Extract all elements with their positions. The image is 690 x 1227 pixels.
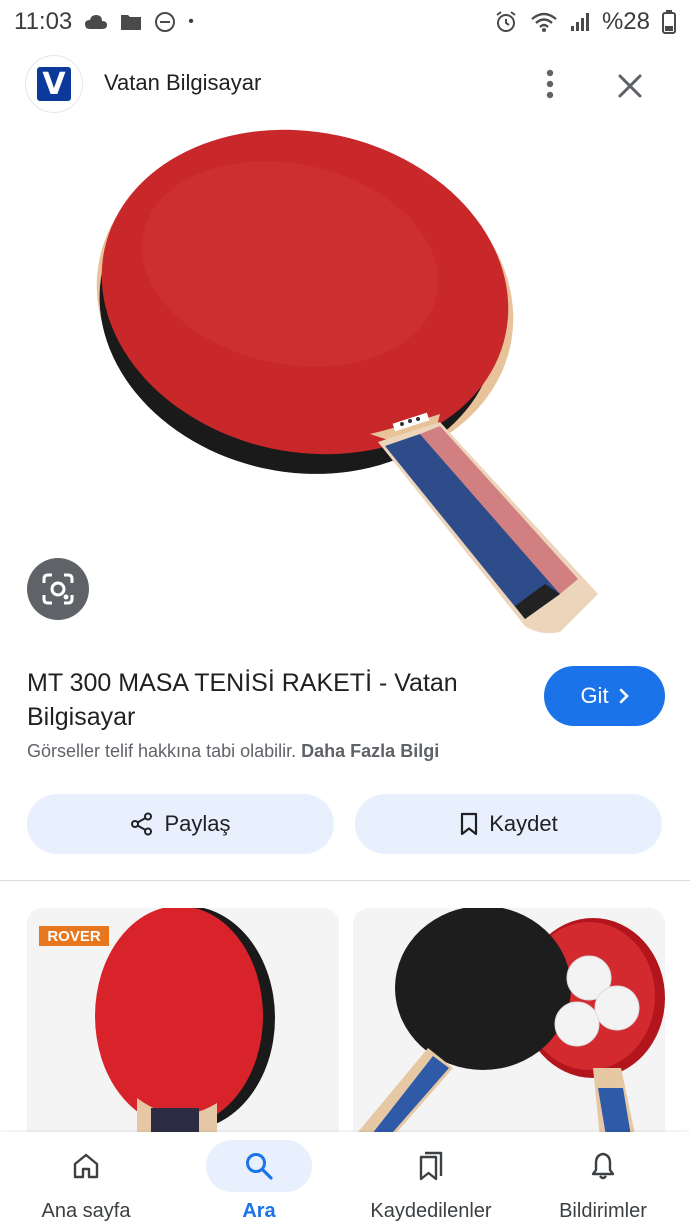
signal-icon [570, 12, 590, 32]
nav-notif-label: Bildirimler [559, 1200, 647, 1222]
wifi-icon [530, 11, 558, 33]
nav-home-label: Ana sayfa [41, 1200, 131, 1222]
nav-item-home[interactable]: Ana sayfa [33, 1132, 139, 1227]
site-logo-mark: V [37, 67, 71, 102]
share-icon [131, 812, 153, 836]
thumb1-brand: ROVER [47, 928, 101, 945]
nav-saved-label: Kaydedilenler [370, 1200, 492, 1222]
home-icon [73, 1153, 99, 1179]
status-right: %28 [494, 8, 676, 36]
source-header: V Vatan Bilgisayar [0, 56, 690, 112]
copyright-text: Görseller telif hakkına tabi olabilir. [27, 741, 297, 761]
chevron-right-icon [619, 688, 629, 704]
related-image-2[interactable] [353, 908, 665, 1148]
share-label: Paylaş [164, 811, 231, 836]
go-button[interactable]: Git [544, 666, 665, 726]
status-bar: 11:03 • %28 [0, 0, 690, 44]
battery-icon [662, 10, 676, 34]
racket-illustration [96, 129, 598, 634]
do-not-disturb-icon [154, 11, 176, 33]
nav-notif-pill [550, 1140, 656, 1192]
nav-item-saved[interactable]: Kaydedilenler [363, 1132, 499, 1227]
cloud-icon [84, 14, 108, 30]
lens-search-button[interactable] [27, 558, 89, 620]
save-label: Kaydet [489, 811, 558, 836]
related-image-1[interactable]: ROVER [27, 908, 339, 1148]
divider [0, 880, 690, 881]
more-vert-icon [546, 69, 554, 99]
nav-search-label: Ara [242, 1200, 276, 1222]
copyright-notice: Görseller telif hakkına tabi olabilir. D… [27, 741, 439, 762]
bottom-navigation: Ana sayfa Ara Kaydedilenler Bildirimler [0, 1132, 690, 1227]
bell-icon [591, 1152, 615, 1180]
racket-thumb-2 [353, 908, 665, 1148]
site-name[interactable]: Vatan Bilgisayar [104, 70, 261, 96]
clock: 11:03 [14, 8, 73, 35]
bookmark-icon [461, 812, 478, 836]
nav-item-search[interactable]: Ara [206, 1132, 312, 1227]
bookmarks-icon [419, 1151, 443, 1181]
result-title[interactable]: MT 300 MASA TENİSİ RAKETİ - Vatan Bilgis… [27, 666, 527, 734]
alarm-icon [494, 10, 518, 34]
battery-percent: %28 [601, 8, 650, 35]
more-info-link[interactable]: Daha Fazla Bilgi [301, 741, 439, 761]
status-left: 11:03 • [14, 8, 194, 36]
nav-search-pill [206, 1140, 312, 1192]
go-label: Git [580, 683, 609, 708]
nav-home-pill [33, 1140, 139, 1192]
lens-icon [42, 573, 74, 605]
close-icon [618, 74, 642, 98]
notification-dot: • [188, 13, 194, 30]
close-button[interactable] [608, 64, 652, 108]
folder-icon [120, 13, 142, 31]
nav-item-notifications[interactable]: Bildirimler [550, 1132, 656, 1227]
share-button[interactable]: Paylaş [27, 794, 334, 854]
racket-thumb-1: ROVER [27, 908, 339, 1148]
nav-saved-pill [378, 1140, 484, 1192]
more-options-button[interactable] [530, 64, 570, 104]
search-icon [246, 1153, 273, 1180]
site-logo[interactable]: V [26, 56, 82, 112]
preview-image[interactable] [0, 124, 690, 652]
save-button[interactable]: Kaydet [355, 794, 662, 854]
